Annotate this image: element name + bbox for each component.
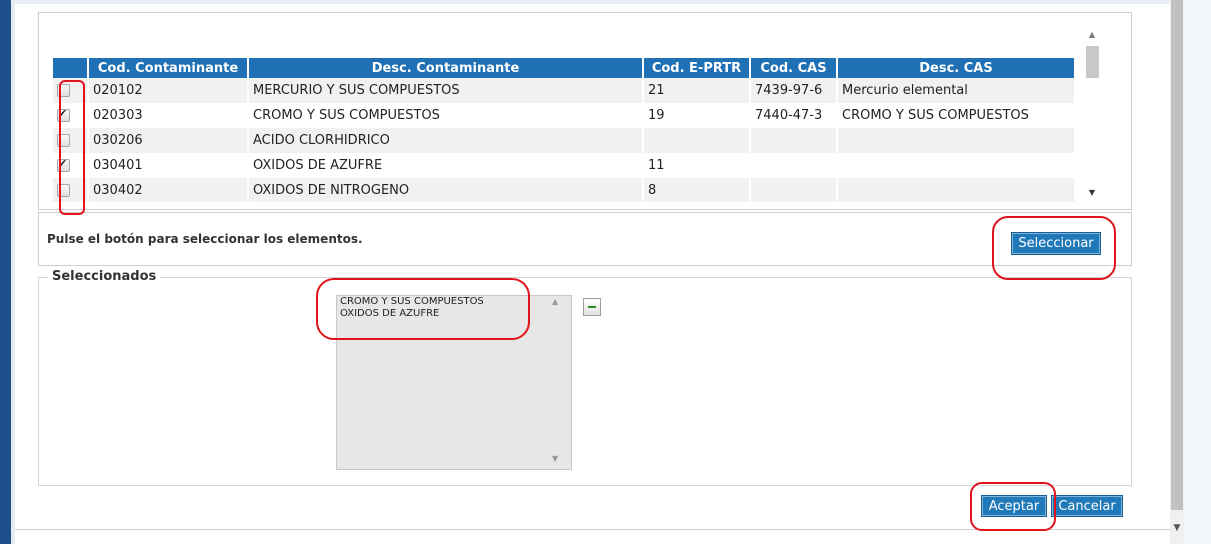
header-cod-contaminante[interactable]: Cod. Contaminante [88,58,249,78]
table-scroll-down-arrow-icon[interactable]: ▼ [1084,186,1100,200]
row-select-cell[interactable] [53,153,89,178]
cod-cell: 020102 [88,78,249,103]
cas-cell: 7439-97-6 [750,78,838,103]
row-checkbox[interactable] [57,157,70,172]
selection-hint-text: Pulse el botón para seleccionar los elem… [47,232,363,246]
desc-cell: ACIDO CLORHIDRICO [248,128,644,153]
header-desc-cas[interactable]: Desc. CAS [837,58,1075,78]
desc-cas-cell: CROMO Y SUS COMPUESTOS [837,103,1075,128]
table-row[interactable]: 020102 MERCURIO Y SUS COMPUESTOS 21 7439… [53,78,1075,103]
cod-cell: 030206 [88,128,249,153]
row-checkbox[interactable] [57,134,70,147]
table-row[interactable]: 020303 CROMO Y SUS COMPUESTOS 19 7440-47… [53,103,1075,128]
listbox-scroll-up-arrow-icon[interactable]: ▲ [552,297,558,306]
row-checkbox[interactable] [57,84,70,97]
window-frame-left [0,0,11,544]
desc-cell: OXIDOS DE NITROGENO [248,178,644,202]
eprtr-cell: 19 [643,103,751,128]
table-header-row: Cod. Contaminante Desc. Contaminante Cod… [53,58,1075,78]
table-row[interactable]: 030206 ACIDO CLORHIDRICO [53,128,1075,153]
eprtr-cell: 21 [643,78,751,103]
header-cod-cas[interactable]: Cod. CAS [750,58,838,78]
desc-cas-cell [837,128,1075,153]
dialog-bottom-border [15,529,1170,530]
cod-cell: 030401 [88,153,249,178]
cas-cell: 7440-47-3 [750,103,838,128]
accept-button[interactable]: Aceptar [981,495,1047,517]
cancel-button[interactable]: Cancelar [1051,495,1123,517]
desc-cas-cell [837,178,1075,202]
cod-cell: 030402 [88,178,249,202]
select-button[interactable]: Seleccionar [1011,232,1101,255]
table-scrollbar-thumb[interactable] [1086,46,1099,78]
header-cod-eprtr[interactable]: Cod. E-PRTR [643,58,751,78]
cod-cell: 020303 [88,103,249,128]
desc-cell: OXIDOS DE AZUFRE [248,153,644,178]
page-scroll-down-arrow-icon[interactable]: ▼ [1170,520,1184,536]
row-select-cell[interactable] [53,103,89,128]
cas-cell [750,178,838,202]
eprtr-cell: 11 [643,153,751,178]
row-select-cell[interactable] [53,78,89,103]
contaminant-table: Cod. Contaminante Desc. Contaminante Cod… [53,58,1075,202]
row-checkbox[interactable] [57,107,70,122]
minus-icon [588,306,596,308]
cas-cell [750,128,838,153]
desc-cas-cell [837,153,1075,178]
row-select-cell[interactable] [53,178,89,202]
desc-cell: MERCURIO Y SUS COMPUESTOS [248,78,644,103]
desc-cell: CROMO Y SUS COMPUESTOS [248,103,644,128]
header-checkbox [53,58,89,78]
eprtr-cell [643,128,751,153]
contaminant-table-wrap: Cod. Contaminante Desc. Contaminante Cod… [53,58,1075,202]
table-scroll-up-arrow-icon[interactable]: ▲ [1084,28,1100,42]
selected-listbox[interactable]: CROMO Y SUS COMPUESTOS OXIDOS DE AZUFRE [336,295,572,470]
selected-legend: Seleccionados [48,269,161,284]
table-row[interactable]: 030401 OXIDOS DE AZUFRE 11 [53,153,1075,178]
listbox-scroll-down-arrow-icon[interactable]: ▼ [552,454,558,463]
remove-selected-button[interactable] [583,298,601,316]
page-scrollbar-thumb[interactable] [1171,0,1183,510]
eprtr-cell: 8 [643,178,751,202]
desc-cas-cell: Mercurio elemental [837,78,1075,103]
row-select-cell[interactable] [53,128,89,153]
header-desc-contaminante[interactable]: Desc. Contaminante [248,58,644,78]
table-row[interactable]: 030402 OXIDOS DE NITROGENO 8 [53,178,1075,202]
selected-item[interactable]: OXIDOS DE AZUFRE [337,308,571,320]
window-frame-top [11,0,1171,4]
selected-item[interactable]: CROMO Y SUS COMPUESTOS [337,296,571,308]
cas-cell [750,153,838,178]
row-checkbox[interactable] [57,184,70,197]
window-frame-inner [11,0,15,544]
